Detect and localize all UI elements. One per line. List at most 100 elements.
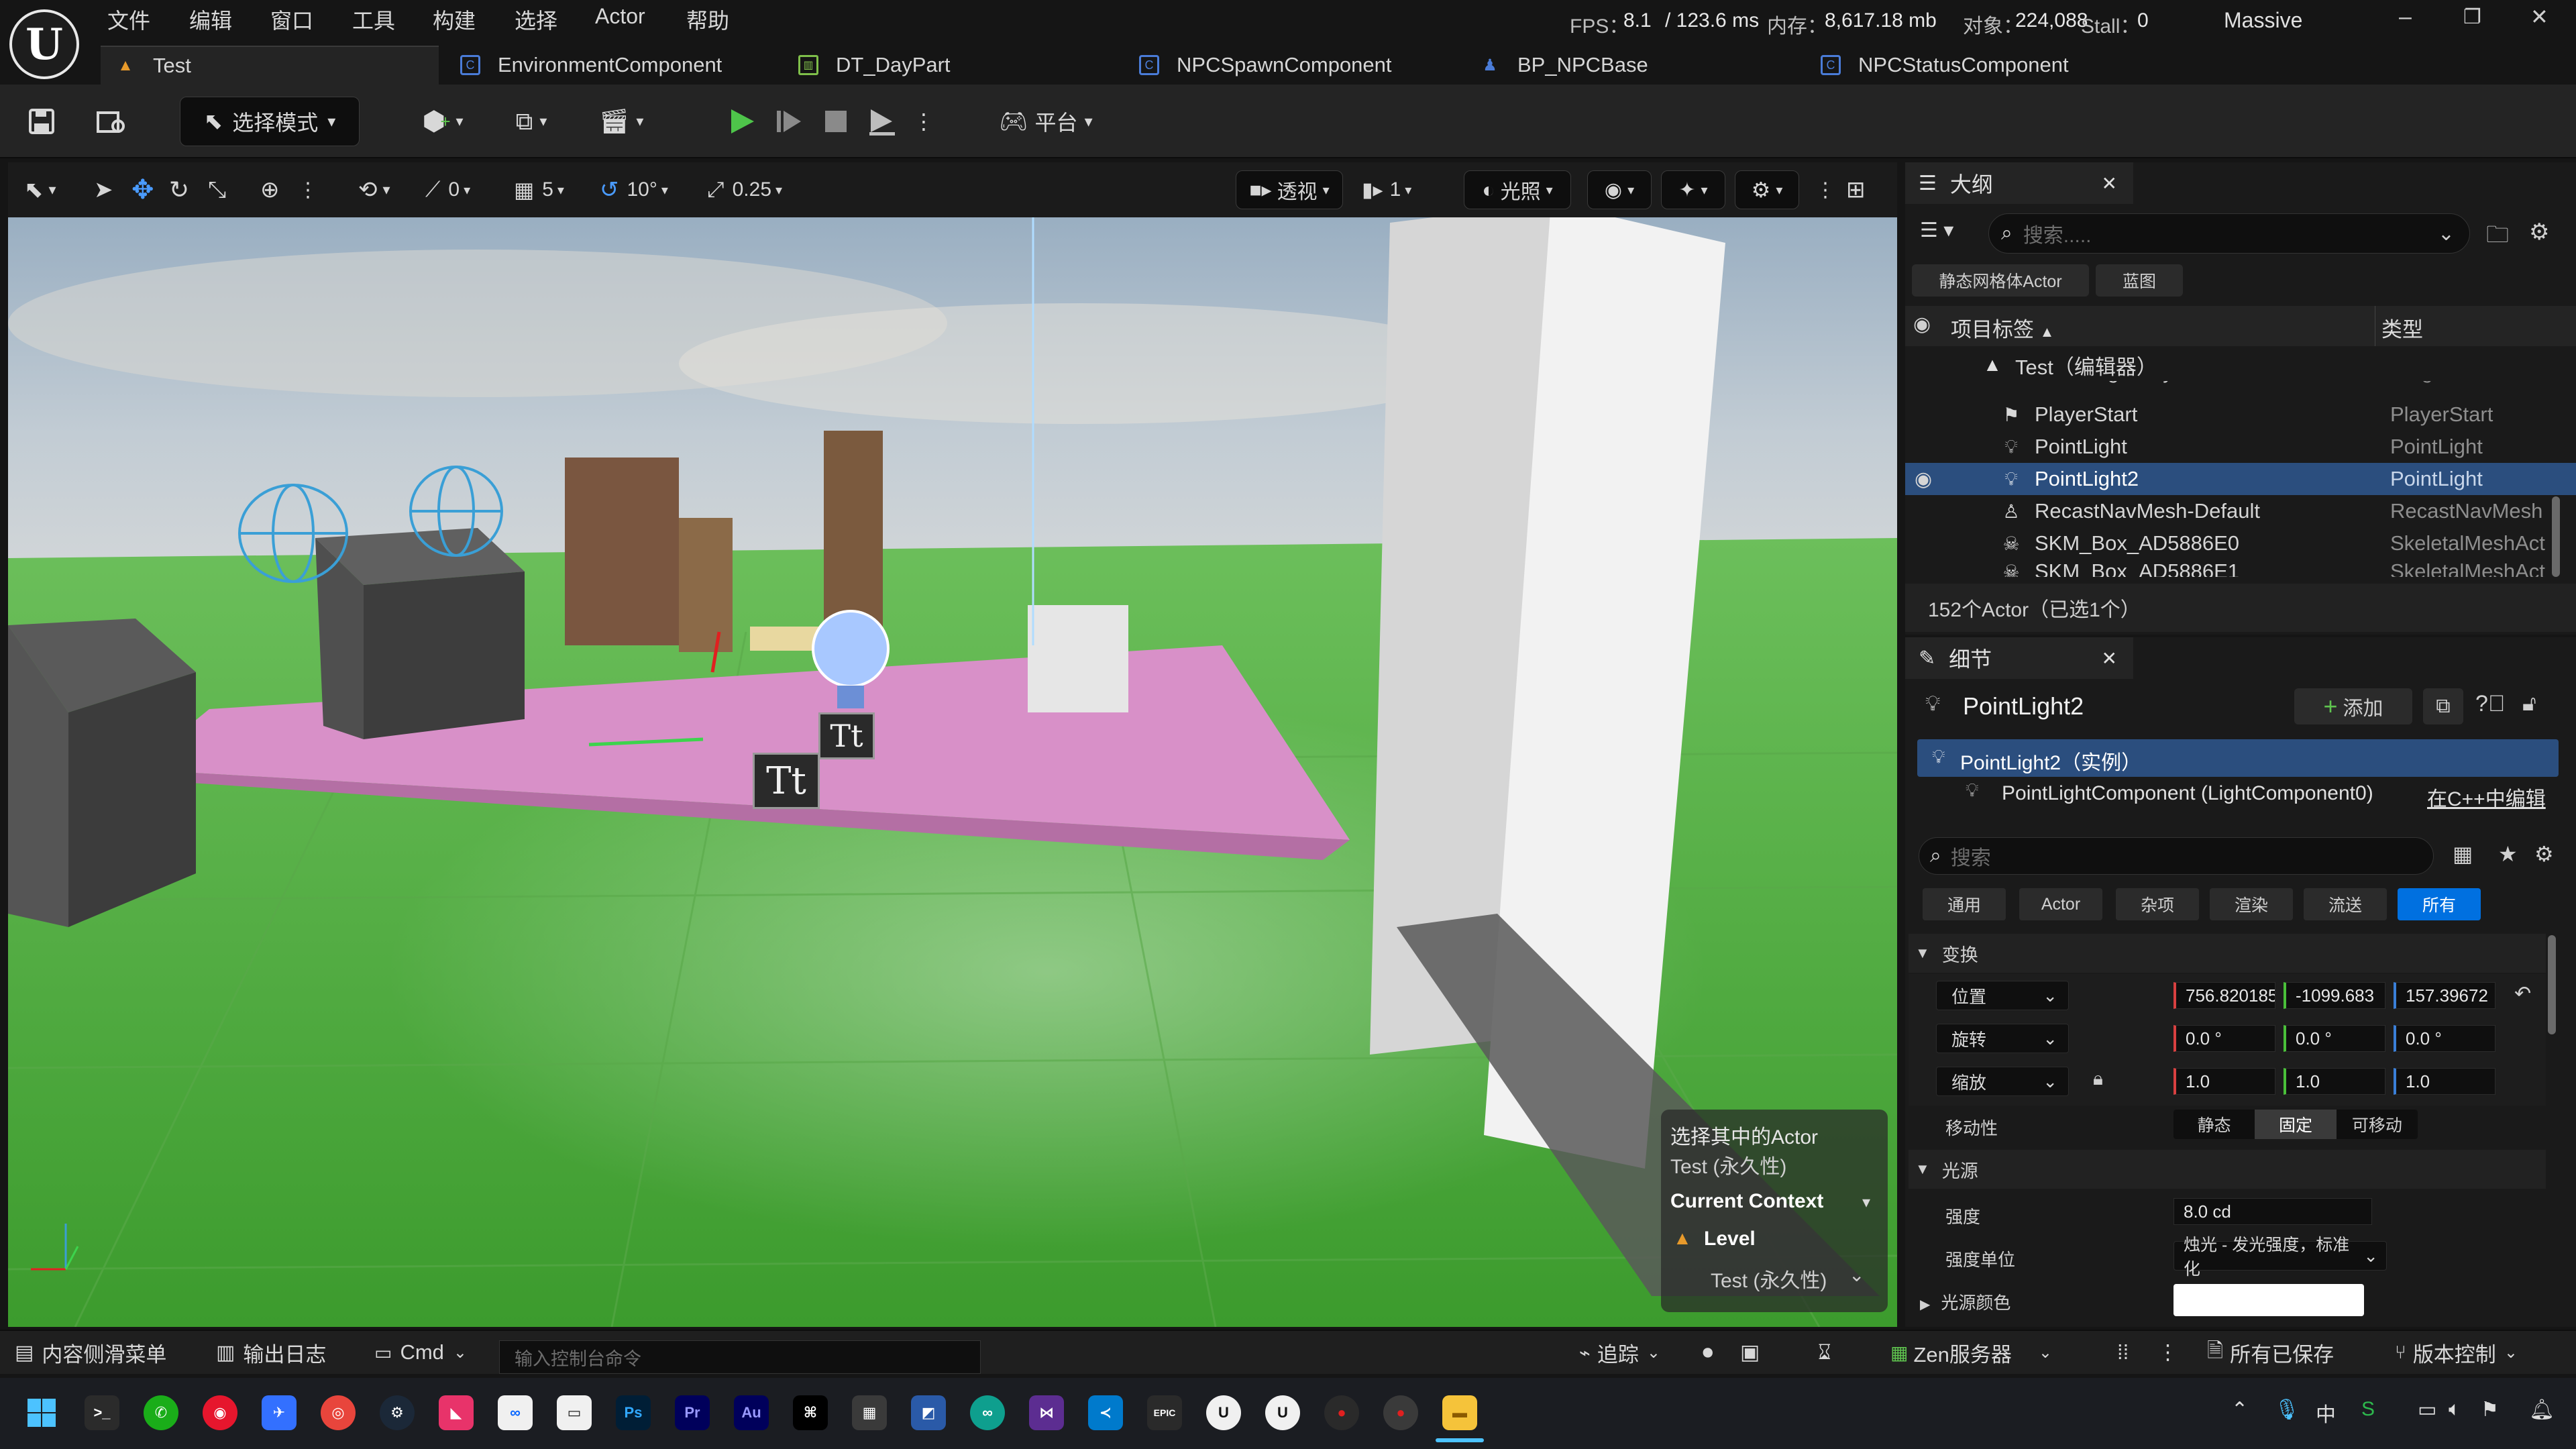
tab-npcspawn-component[interactable]: C NPCSpawnComponent xyxy=(1124,46,1460,85)
tab-environment-component[interactable]: C EnvironmentComponent xyxy=(445,46,781,85)
gear-icon[interactable]: ⚙ xyxy=(2534,841,2554,867)
table-view-icon[interactable]: ▦ xyxy=(2453,841,2473,867)
mobility-movable[interactable]: 可移动 xyxy=(2337,1110,2418,1139)
location-y-input[interactable]: -1099.683 xyxy=(2284,982,2385,1009)
scale-y-input[interactable]: 1.0 xyxy=(2284,1068,2385,1095)
realtime-dropdown[interactable]: ✦ ▾ xyxy=(1661,170,1725,209)
cmd-dropdown[interactable]: ▭ Cmd ⌄ xyxy=(374,1336,467,1368)
list-item[interactable]: ⚑ PlayerStart PlayerStart xyxy=(1905,398,2576,431)
add-folder-icon[interactable]: 🗀︎ xyxy=(2486,219,2509,257)
tab-test[interactable]: ▲ Test xyxy=(101,46,439,85)
add-actor-icon[interactable]: ⬢ + ▾ xyxy=(411,98,475,145)
current-context-header[interactable]: Current Context xyxy=(1670,1190,1823,1213)
details-search[interactable]: ⌕ 搜索 xyxy=(1919,837,2434,875)
outliner-tab[interactable]: ☰ 大纲 ✕ xyxy=(1905,162,2133,204)
rotation-snap[interactable]: ↺ 10° ▾ xyxy=(600,170,687,209)
light-color-label[interactable]: ▶ 光源颜色 xyxy=(1920,1289,2010,1314)
scale-snap[interactable]: ⤢ 0.25 ▾ xyxy=(707,170,814,209)
eject-icon[interactable] xyxy=(861,98,902,145)
eye-icon[interactable]: ◉ xyxy=(1913,313,1931,336)
list-item[interactable]: ☠ SKM_Box_AD5886E0 SkeletalMeshAct xyxy=(1905,527,2576,559)
derived-data-icon[interactable]: ⌛︎ xyxy=(1818,1336,1831,1368)
location-dropdown[interactable]: 位置 ⌄ xyxy=(1936,981,2069,1010)
transform-mode-icon[interactable]: ⬉ ▾ xyxy=(24,170,78,209)
details-scrollbar[interactable] xyxy=(2548,935,2556,1034)
record-icon[interactable]: ● xyxy=(1324,1395,1359,1430)
scale-tool-icon[interactable]: ⤡ xyxy=(208,170,237,209)
maximize-button[interactable]: ❐ xyxy=(2463,5,2481,29)
text-render-icon[interactable]: Tt xyxy=(818,712,875,759)
light-section-header[interactable]: ▼ 光源 xyxy=(1909,1150,2546,1189)
chevron-up-icon[interactable]: ⌃ xyxy=(2231,1398,2248,1421)
level-value[interactable]: Test (永久性) xyxy=(1711,1264,1827,1293)
location-x-input[interactable]: 756.820185 xyxy=(2174,982,2275,1009)
list-item[interactable]: ☠ SKM_Box_AD5886E1 SkeletalMeshAct xyxy=(1905,559,2576,577)
output-log-button[interactable]: ▥ 输出日志 xyxy=(216,1336,326,1368)
platform-dropdown[interactable]: 🎮︎ 平台 ▾ xyxy=(989,98,1103,145)
filter-chip-static-mesh[interactable]: 静态网格体Actor xyxy=(1912,264,2089,297)
light-color-swatch[interactable] xyxy=(2174,1284,2364,1316)
edit-in-cpp-link[interactable]: 在C++中编辑 xyxy=(2427,782,2546,812)
wechat-icon[interactable]: ✆ xyxy=(144,1395,178,1430)
star-icon[interactable]: ★ xyxy=(2498,841,2518,867)
tray-icon[interactable]: ⚑ xyxy=(2481,1398,2499,1421)
volume-icon[interactable]: 🔈︎ xyxy=(2449,1398,2461,1421)
blueprint-convert-icon[interactable]: ⧉ xyxy=(2423,688,2463,724)
close-icon[interactable]: ✕ xyxy=(2102,172,2117,195)
list-item[interactable]: 💡︎ PointLight PointLight xyxy=(1905,431,2576,463)
grid-snap-angle[interactable]: ⟋ 0 ▾ xyxy=(425,170,499,209)
minimize-button[interactable]: – xyxy=(2399,4,2412,30)
start-icon[interactable] xyxy=(24,1395,59,1430)
app2-icon[interactable]: ▭ xyxy=(557,1395,592,1430)
mobility-stationary[interactable]: 固定 xyxy=(2255,1110,2337,1139)
select-tool-icon[interactable]: ➤ xyxy=(94,170,123,209)
screenshot-icon[interactable]: ▣ xyxy=(1740,1336,1760,1368)
chevron-down-icon[interactable]: ▾ xyxy=(1862,1193,1870,1212)
chrome-icon[interactable]: ◎ xyxy=(321,1395,356,1430)
menu-file[interactable]: 文件 xyxy=(107,4,150,35)
explorer-icon[interactable]: ▬ xyxy=(1442,1395,1477,1430)
filter-tab-streaming[interactable]: 流送 xyxy=(2304,888,2387,920)
scale-x-input[interactable]: 1.0 xyxy=(2174,1068,2275,1095)
filter-tab-actor[interactable]: Actor xyxy=(2019,888,2102,920)
close-button[interactable]: ✕ xyxy=(2530,4,2548,30)
layout-icon[interactable]: ⊞ xyxy=(1846,170,1876,209)
component-label[interactable]: PointLightComponent (LightComponent0) xyxy=(2002,782,2373,805)
transform-section-header[interactable]: ▼ 变换 xyxy=(1909,934,2546,973)
blueprint-menu-icon[interactable]: ⧉ ▾ xyxy=(499,98,564,145)
intensity-units-dropdown[interactable]: 烛光 - 发光强度，标准化 ⌄ xyxy=(2174,1236,2387,1279)
network-icon[interactable]: ⁞⁞ xyxy=(2117,1336,2129,1368)
filter-tab-misc[interactable]: 杂项 xyxy=(2116,888,2199,920)
column-type[interactable]: 类型 xyxy=(2381,313,2423,343)
lock-icon[interactable]: 🔓︎ xyxy=(2522,691,2536,716)
tab-npcstatus-component[interactable]: C NPCStatusComponent xyxy=(1806,46,2141,85)
record2-icon[interactable]: ● xyxy=(1383,1395,1418,1430)
viewport-settings-dropdown[interactable]: ⚙ ▾ xyxy=(1735,170,1799,209)
app3-icon[interactable]: ◩ xyxy=(911,1395,946,1430)
eye-icon[interactable]: ◉ xyxy=(1915,468,1932,491)
list-item-selected[interactable]: ◉ 💡︎ PointLight2 PointLight xyxy=(1905,463,2576,495)
capcut-icon[interactable]: ⌘ xyxy=(793,1395,828,1430)
show-flags-dropdown[interactable]: ◉ ▾ xyxy=(1587,170,1652,209)
text-render-icon[interactable]: Tt xyxy=(753,753,820,809)
ime-indicator[interactable]: 中 xyxy=(2316,1398,2336,1428)
details-tab[interactable]: ✎ 细节 ✕ xyxy=(1905,637,2133,679)
rotation-dropdown[interactable]: 旋转 ⌄ xyxy=(1936,1024,2069,1053)
tray-app-icon[interactable]: S xyxy=(2361,1398,2375,1421)
app4-icon[interactable]: ∞ xyxy=(970,1395,1005,1430)
more-options-icon[interactable]: ⋮ xyxy=(1815,170,1835,209)
outliner-scrollbar[interactable] xyxy=(2552,496,2560,577)
notification-icon[interactable]: 🔔︎ xyxy=(2529,1398,2555,1421)
location-z-input[interactable]: 157.39672 xyxy=(2394,982,2496,1009)
menu-window[interactable]: 窗口 xyxy=(270,4,313,35)
filter-tab-general[interactable]: 通用 xyxy=(1923,888,2006,920)
options-icon[interactable]: ⋮ xyxy=(298,170,318,209)
weibo-icon[interactable]: ◉ xyxy=(203,1395,237,1430)
add-component-button[interactable]: + 添加 xyxy=(2294,688,2412,724)
save-all-button[interactable]: 🗎︎ 所有已保存 xyxy=(2207,1336,2334,1368)
trace-dropdown[interactable]: ⌁ 追踪 ⌄ xyxy=(1579,1336,1660,1368)
stop-icon[interactable] xyxy=(816,98,856,145)
help-icon[interactable]: ?⃝ xyxy=(2475,691,2505,717)
perspective-dropdown[interactable]: ■▸ 透视 ▾ xyxy=(1236,170,1343,209)
camera-speed[interactable]: ▮▸ 1 ▾ xyxy=(1362,170,1422,209)
